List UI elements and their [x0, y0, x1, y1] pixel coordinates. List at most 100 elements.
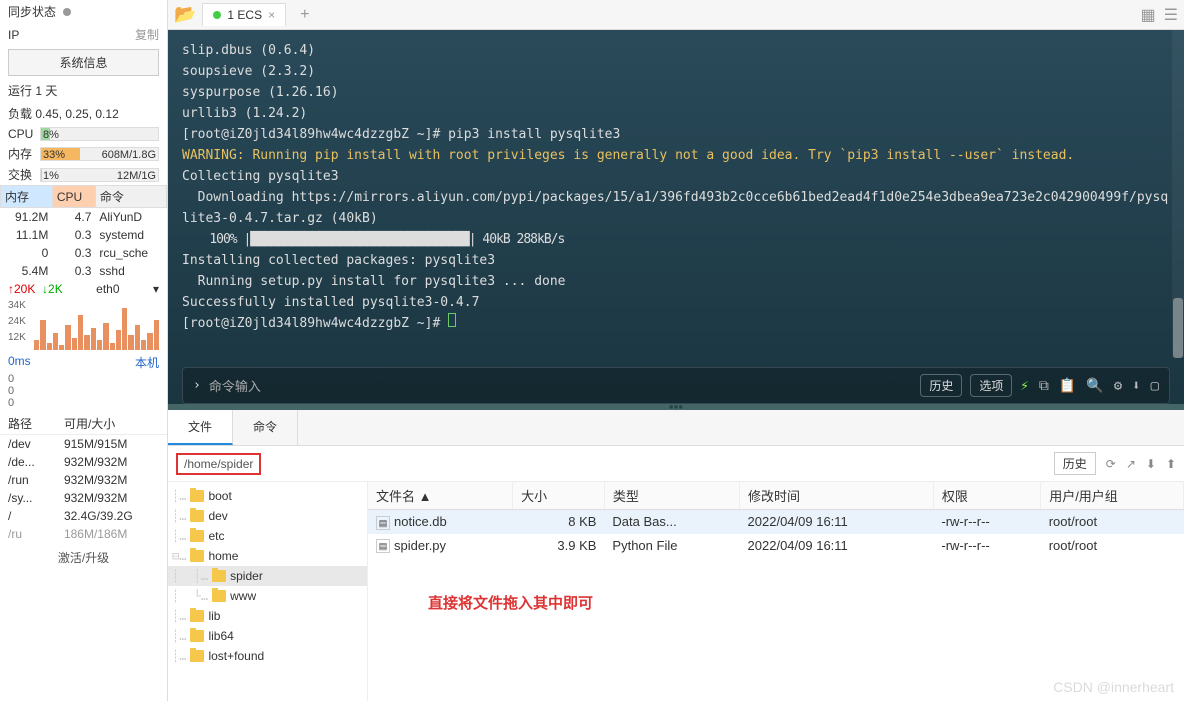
folder-icon [190, 650, 204, 662]
upload-icon[interactable]: ⬆ [1166, 457, 1176, 471]
watermark: CSDN @innerheart [1053, 679, 1174, 695]
col-mem[interactable]: 内存 [1, 186, 53, 208]
sync-label: 同步状态 [8, 5, 56, 19]
tree-item-dev[interactable]: ┊…dev [168, 506, 367, 526]
tree-item-lib[interactable]: ┊…lib [168, 606, 367, 626]
py-file-icon: ▤ [376, 539, 390, 553]
latency-zeros: 000 [0, 373, 167, 409]
file-list: 文件名 ▲ 大小 类型 修改时间 权限 用户/用户组 ▤notice.db8 K… [368, 482, 1184, 701]
command-input[interactable]: 命令输入 [209, 376, 913, 395]
tree-item-boot[interactable]: ┊…boot [168, 486, 367, 506]
table-row: /de...932M/932M [0, 453, 167, 471]
search-icon[interactable]: 🔍 [1086, 378, 1103, 394]
process-table: 内存CPU命令 91.2M4.7AliYunD 11.1M0.3systemd … [0, 185, 167, 280]
uptime-text: 运行 1 天 [0, 79, 167, 102]
drag-hint-text: 直接将文件拖入其中即可 [428, 592, 593, 613]
scrollbar[interactable] [1172, 30, 1184, 358]
tab-commands[interactable]: 命令 [233, 410, 298, 445]
folder-icon [190, 550, 204, 562]
ip-label: IP [8, 28, 19, 42]
chevron-down-icon[interactable]: ▾ [153, 282, 159, 296]
tree-item-lost+found[interactable]: ┊…lost+found [168, 646, 367, 666]
table-row: 91.2M4.7AliYunD [1, 208, 167, 227]
table-row: /run932M/932M [0, 471, 167, 489]
download-file-icon[interactable]: ⬇ [1146, 457, 1156, 471]
system-info-button[interactable]: 系统信息 [8, 49, 159, 76]
folder-tree[interactable]: ┊…boot┊…dev┊…etc⊟…home┊ ┊…spider┊ └…www┊… [168, 482, 368, 701]
folder-icon [212, 570, 226, 582]
grid-view-icon[interactable]: ▦ [1141, 5, 1156, 25]
bolt-icon[interactable]: ⚡ [1020, 378, 1028, 394]
file-row[interactable]: ▤notice.db8 KBData Bas...2022/04/09 16:1… [368, 510, 1184, 534]
file-row[interactable]: ▤spider.py3.9 KBPython File2022/04/09 16… [368, 534, 1184, 558]
fullscreen-icon[interactable]: ▢ [1151, 378, 1159, 394]
paste-icon[interactable]: 📋 [1059, 378, 1076, 394]
open-icon[interactable]: ↗ [1126, 457, 1136, 471]
ip-row: IP 复制 [0, 23, 167, 46]
swap-metric: 交换 1%12M/1G [0, 164, 167, 185]
resize-handle[interactable]: ▪▪▪ [168, 404, 1184, 410]
col-filename[interactable]: 文件名 ▲ [368, 482, 513, 510]
activate-button[interactable]: 激活/升级 [0, 543, 167, 572]
table-row: /32.4G/39.2G [0, 507, 167, 525]
network-row: ↑20K ↓2K eth0 ▾ [0, 280, 167, 298]
folder-icon [190, 510, 204, 522]
table-row: 5.4M0.3sshd [1, 262, 167, 280]
close-icon[interactable]: × [268, 8, 275, 22]
col-type[interactable]: 类型 [604, 482, 739, 510]
tab-label: 1 ECS [227, 8, 262, 22]
col-owner[interactable]: 用户/用户组 [1041, 482, 1184, 510]
tree-item-etc[interactable]: ┊…etc [168, 526, 367, 546]
options-button[interactable]: 选项 [970, 374, 1012, 397]
add-tab-button[interactable]: + [292, 6, 317, 24]
tree-item-spider[interactable]: ┊ ┊…spider [168, 566, 367, 586]
tree-item-home[interactable]: ⊟…home [168, 546, 367, 566]
download-icon[interactable]: ⬇ [1132, 378, 1140, 394]
col-size[interactable]: 大小 [513, 482, 605, 510]
net-up: ↑20K [8, 282, 35, 296]
net-interface: eth0 [96, 282, 119, 296]
col-cpu[interactable]: CPU [52, 186, 95, 208]
net-down: ↓2K [42, 282, 63, 296]
table-row: /sy...932M/932M [0, 489, 167, 507]
col-mtime[interactable]: 修改时间 [740, 482, 934, 510]
path-history-button[interactable]: 历史 [1054, 452, 1096, 475]
mem-metric: 内存 33%608M/1.8G [0, 143, 167, 164]
col-perm[interactable]: 权限 [933, 482, 1040, 510]
copy-icon[interactable]: ⧉ [1039, 378, 1049, 394]
disk-table: 路径可用/大小 /dev915M/915M /de...932M/932M /r… [0, 413, 167, 543]
folder-icon [190, 630, 204, 642]
tree-item-www[interactable]: ┊ └…www [168, 586, 367, 606]
gear-icon[interactable]: ⚙ [1114, 378, 1122, 394]
load-text: 负载 0.45, 0.25, 0.12 [0, 102, 167, 125]
folder-icon [212, 590, 226, 602]
latency-row: 0ms 本机 [0, 352, 167, 373]
terminal-output: slip.dbus (0.6.4)soupsieve (2.3.2)syspur… [182, 40, 1170, 359]
network-chart: 34K 24K 12K [8, 300, 159, 350]
tree-item-lib64[interactable]: ┊…lib64 [168, 626, 367, 646]
file-manager: 文件 命令 /home/spider 历史 ⟳ ↗ ⬇ ⬆ ┊…boot┊…de… [168, 410, 1184, 701]
folder-icon [190, 530, 204, 542]
db-file-icon: ▤ [376, 516, 390, 530]
folder-icon [190, 610, 204, 622]
status-dot-icon [63, 8, 71, 16]
copy-button[interactable]: 复制 [135, 26, 159, 43]
list-view-icon[interactable]: ☰ [1164, 5, 1178, 25]
table-row: 11.1M0.3systemd [1, 226, 167, 244]
folder-open-icon[interactable]: 📂 [174, 4, 196, 25]
path-input[interactable]: /home/spider [176, 453, 261, 475]
sidebar: 同步状态 IP 复制 系统信息 运行 1 天 负载 0.45, 0.25, 0.… [0, 0, 168, 701]
table-row: 00.3rcu_sche [1, 244, 167, 262]
refresh-icon[interactable]: ⟳ [1106, 457, 1116, 471]
terminal[interactable]: slip.dbus (0.6.4)soupsieve (2.3.2)syspur… [168, 30, 1184, 410]
col-cmd[interactable]: 命令 [95, 186, 166, 208]
command-bar: › 命令输入 历史 选项 ⚡ ⧉ 📋 🔍 ⚙ ⬇ ▢ [182, 367, 1170, 404]
sync-status-row: 同步状态 [0, 0, 167, 23]
tab-bar: 📂 1 ECS × + ▦ ☰ [168, 0, 1184, 30]
folder-icon [190, 490, 204, 502]
history-button[interactable]: 历史 [920, 374, 962, 397]
tab-files[interactable]: 文件 [168, 410, 233, 445]
cpu-metric: CPU 8% [0, 125, 167, 143]
tab-ecs[interactable]: 1 ECS × [202, 3, 286, 26]
tab-status-dot-icon [213, 11, 221, 19]
